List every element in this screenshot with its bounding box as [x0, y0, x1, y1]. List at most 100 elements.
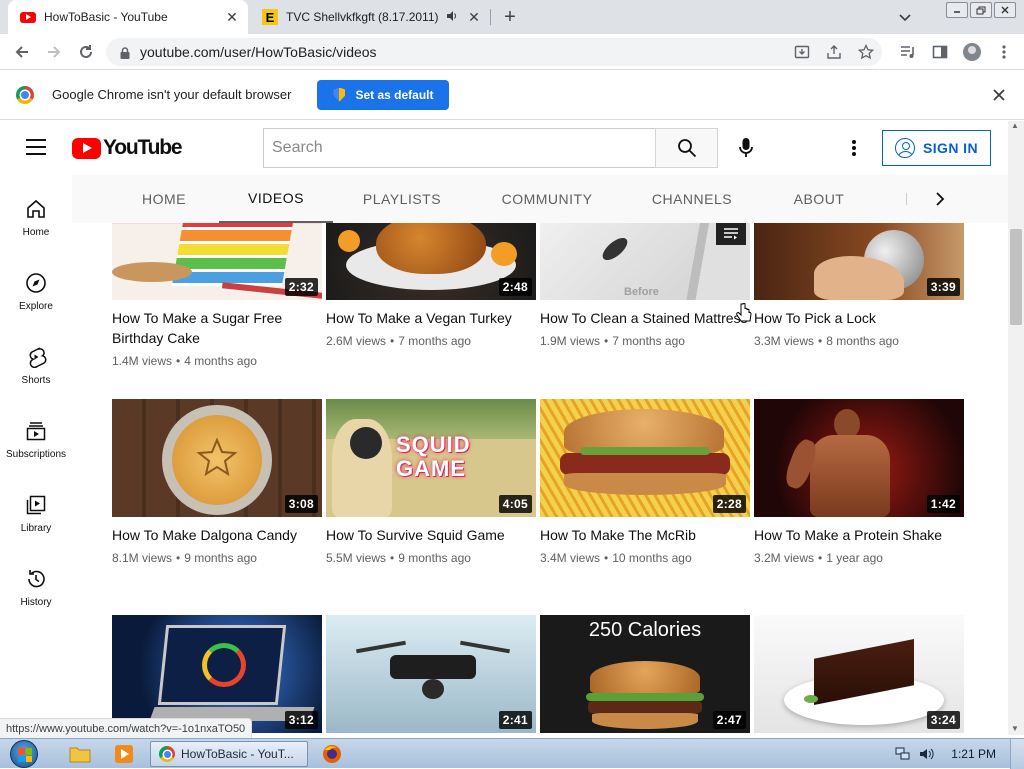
reload-button[interactable] [74, 40, 98, 64]
video-title[interactable]: How To Survive Squid Game [326, 525, 536, 545]
restore-button[interactable] [970, 2, 992, 18]
tab-close-icon[interactable]: ✕ [222, 7, 242, 27]
infobar-close-icon[interactable] [990, 86, 1008, 104]
guide-item-explore[interactable]: Explore [0, 255, 72, 329]
audio-playing-icon[interactable] [446, 10, 458, 25]
explorer-taskbar-icon[interactable] [62, 742, 98, 766]
youtube-masthead: YouTube SIGN IN [0, 121, 1008, 175]
chevron-right-icon[interactable] [928, 187, 952, 211]
network-icon[interactable] [893, 744, 913, 764]
profile-avatar[interactable] [960, 40, 984, 64]
tab-videos[interactable]: VIDEOS [219, 175, 333, 223]
video-title[interactable]: How To Pick a Lock [754, 308, 964, 328]
tab-youtube[interactable]: HowToBasic - YouTube ✕ [8, 0, 248, 34]
youtube-play-icon [72, 137, 101, 159]
video-thumbnail[interactable]: 3:24 [754, 615, 964, 733]
side-panel-icon[interactable] [928, 40, 952, 64]
video-thumbnail[interactable]: 3:08 [112, 399, 322, 517]
set-as-default-button[interactable]: Set as default [317, 79, 450, 110]
video-title[interactable]: How To Make a Sugar Free Birthday Cake [112, 308, 322, 348]
tab-title: HowToBasic - YouTube [44, 10, 168, 24]
media-controls-icon[interactable] [896, 40, 920, 64]
video-card[interactable]: 3:24 [754, 615, 964, 733]
tab-tvc[interactable]: E TVC Shellvkfkgft (8.17.2011) ✕ [250, 0, 490, 34]
duration-badge: 2:41 [498, 711, 532, 729]
page-scrollbar[interactable]: ▲ ▼ [1008, 121, 1024, 735]
guide-item-shorts[interactable]: Shorts [0, 329, 72, 403]
video-title[interactable]: How To Make Dalgona Candy [112, 525, 322, 545]
tab-playlists[interactable]: PLAYLISTS [349, 175, 455, 223]
media-player-taskbar-icon[interactable] [106, 742, 142, 766]
video-card[interactable]: 2:41 [326, 615, 536, 733]
guide-item-subscriptions[interactable]: Subscriptions [0, 403, 72, 477]
chrome-logo-icon [16, 85, 34, 104]
video-thumbnail[interactable]: 2:41 [326, 615, 536, 733]
tab-about[interactable]: ABOUT [784, 175, 854, 223]
video-thumbnail[interactable]: 3:39 [754, 223, 964, 300]
video-card[interactable]: 250 Calories 2:47 [540, 615, 750, 733]
voice-search-button[interactable] [732, 132, 760, 164]
tab-community[interactable]: COMMUNITY [492, 175, 602, 223]
video-card[interactable]: 3:08 How To Make Dalgona Candy 8.1M view… [112, 399, 322, 565]
youtube-logo[interactable]: YouTube [72, 136, 183, 160]
sign-in-button[interactable]: SIGN IN [882, 130, 991, 166]
address-bar[interactable]: youtube.com/user/HowToBasic/videos [106, 38, 882, 66]
minimize-button[interactable] [946, 2, 968, 18]
scroll-down-icon[interactable]: ▼ [1011, 724, 1019, 733]
video-thumbnail[interactable]: 2:32 [112, 223, 322, 300]
guide-item-home[interactable]: Home [0, 181, 72, 255]
video-card[interactable]: 3:39 How To Pick a Lock 3.3M views • 8 mon… [754, 223, 964, 348]
video-card[interactable]: 2:48 How To Make a Vegan Turkey 2.6M vie… [326, 223, 536, 348]
video-card[interactable]: 2:28 How To Make The McRib 3.4M views • 10… [540, 399, 750, 565]
bookmark-star-icon[interactable] [856, 42, 876, 62]
install-app-icon[interactable] [792, 42, 812, 62]
back-button[interactable] [10, 40, 34, 64]
volume-icon[interactable] [917, 744, 937, 764]
chrome-taskbar-button[interactable]: HowToBasic - YouT... [150, 741, 308, 767]
firefox-taskbar-icon[interactable] [314, 742, 350, 766]
windows-logo-icon [10, 740, 38, 768]
video-thumbnail[interactable]: 250 Calories 2:47 [540, 615, 750, 733]
new-tab-button[interactable]: + [498, 5, 522, 29]
guide-item-library[interactable]: Library [0, 477, 72, 551]
start-button[interactable] [6, 739, 42, 769]
system-tray: 1:21 PM [893, 739, 1024, 769]
scrollbar-thumb[interactable] [1010, 229, 1022, 325]
tab-close-icon[interactable]: ✕ [464, 7, 484, 27]
channel-tabs: HOME VIDEOS PLAYLISTS COMMUNITY CHANNELS… [72, 175, 1008, 223]
guide-item-history[interactable]: History [0, 551, 72, 625]
forward-button[interactable] [42, 40, 66, 64]
video-card[interactable]: 2:32 How To Make a Sugar Free Birthday C… [112, 223, 322, 368]
sign-in-label: SIGN IN [923, 140, 978, 156]
video-card[interactable]: Before How To Clean a Stained Mattress 1… [540, 223, 750, 348]
search-input[interactable] [272, 139, 655, 157]
close-window-button[interactable] [994, 2, 1016, 18]
guide-menu-icon[interactable] [26, 139, 46, 155]
tab-search-chevron-icon[interactable] [894, 7, 916, 29]
scroll-up-icon[interactable]: ▲ [1011, 121, 1019, 130]
video-thumbnail[interactable]: SQUID GAME 4:05 [326, 399, 536, 517]
video-title[interactable]: How To Make a Protein Shake [754, 525, 964, 545]
chrome-menu-icon[interactable] [992, 40, 1016, 64]
share-icon[interactable] [824, 42, 844, 62]
video-title[interactable]: How To Make a Vegan Turkey [326, 308, 536, 328]
account-circle-icon [895, 138, 916, 158]
settings-more-icon[interactable] [842, 136, 866, 160]
show-desktop-button[interactable] [1010, 739, 1024, 769]
video-thumbnail[interactable]: 1:42 [754, 399, 964, 517]
search-button[interactable] [655, 128, 718, 168]
tab-home[interactable]: HOME [114, 175, 214, 223]
url-text[interactable]: youtube.com/user/HowToBasic/videos [140, 44, 377, 60]
tab-channels[interactable]: CHANNELS [642, 175, 742, 223]
video-thumbnail[interactable]: 3:12 [112, 615, 322, 733]
video-title[interactable]: How To Clean a Stained Mattress [540, 308, 750, 328]
video-thumbnail[interactable]: Before [540, 223, 750, 300]
video-card[interactable]: SQUID GAME 4:05 How To Survive Squid Gam… [326, 399, 536, 565]
video-card[interactable]: 3:12 [112, 615, 322, 733]
taskbar-clock[interactable]: 1:21 PM [951, 747, 996, 761]
video-card[interactable]: 1:42 How To Make a Protein Shake 3.2M vi… [754, 399, 964, 565]
video-thumbnail[interactable]: 2:48 [326, 223, 536, 300]
lock-icon[interactable] [120, 46, 130, 59]
video-title[interactable]: How To Make The McRib [540, 525, 750, 545]
video-thumbnail[interactable]: 2:28 [540, 399, 750, 517]
